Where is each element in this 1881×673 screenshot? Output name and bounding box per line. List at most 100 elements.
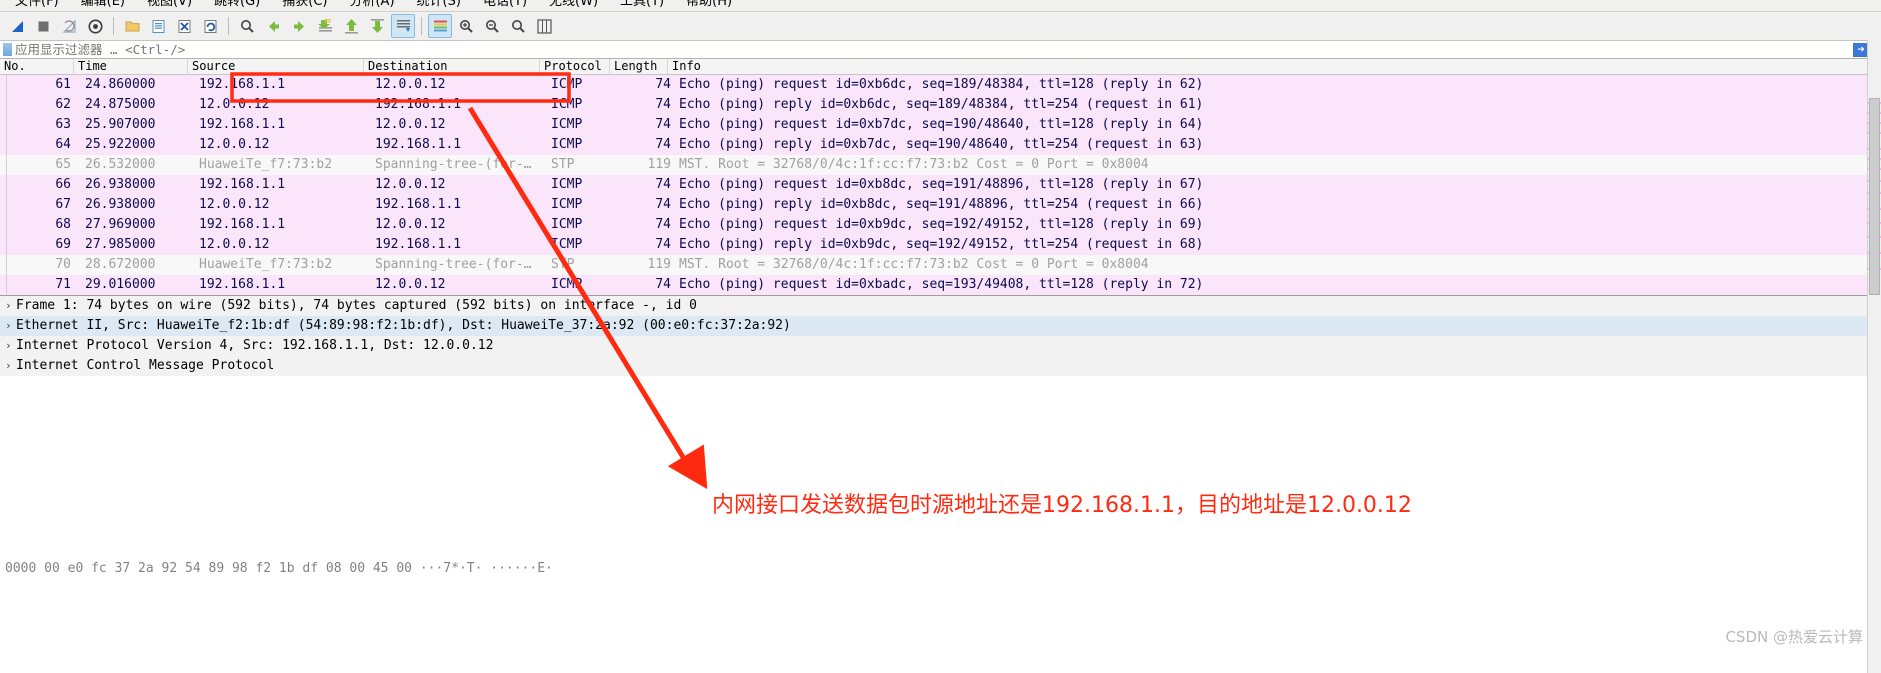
packet-bytes-pane[interactable]: 0000 00 e0 fc 37 2a 92 54 89 98 f2 1b df…: [0, 376, 1881, 576]
cell-protocol: ICMP: [551, 197, 583, 212]
column-header-length[interactable]: Length: [610, 59, 668, 74]
detail-row-ipv4[interactable]: › Internet Protocol Version 4, Src: 192.…: [0, 336, 1881, 356]
toolbar-separator-1: [113, 17, 114, 35]
cell-time: 27.985000: [85, 237, 156, 252]
cell-destination: 192.168.1.1: [375, 137, 462, 152]
row-marker: [0, 155, 7, 175]
go-back-icon[interactable]: [261, 14, 285, 38]
detail-row-frame[interactable]: › Frame 1: 74 bytes on wire (592 bits), …: [0, 296, 1881, 316]
table-row[interactable]: 69 27.985000 12.0.0.12 192.168.1.1 ICMP 74 Ech…: [0, 235, 1881, 255]
cell-destination: 12.0.0.12: [375, 77, 446, 92]
go-last-packet-icon[interactable]: [365, 14, 389, 38]
cell-protocol: ICMP: [551, 77, 583, 92]
cell-length: 74: [655, 277, 671, 292]
detail-row-ethernet[interactable]: › Ethernet II, Src: HuaweiTe_f2:1b:df (5…: [0, 316, 1881, 336]
colorize-icon[interactable]: [428, 14, 452, 38]
expander-icon[interactable]: ›: [5, 316, 16, 336]
menu-item-view[interactable]: 视图(V): [136, 0, 203, 8]
table-row[interactable]: 68 27.969000 192.168.1.1 12.0.0.12 ICMP 74 Ech…: [0, 215, 1881, 235]
cell-source: HuaweiTe_f7:73:b2: [199, 157, 333, 172]
auto-scroll-icon[interactable]: [391, 14, 415, 38]
column-header-source[interactable]: Source: [188, 59, 364, 74]
menu-item-tools[interactable]: 工具(T): [609, 0, 675, 8]
packet-list[interactable]: No. Time Source Destination Protocol Len…: [0, 59, 1881, 296]
display-filter-input[interactable]: [15, 42, 1854, 57]
save-file-icon[interactable]: [146, 14, 170, 38]
menu-item-help[interactable]: 帮助(H): [675, 0, 743, 8]
expander-icon[interactable]: ›: [5, 336, 16, 356]
go-to-packet-icon[interactable]: [313, 14, 337, 38]
main-toolbar[interactable]: [0, 12, 1881, 41]
menu-bar[interactable]: 文件(F) 编辑(E) 视图(V) 跳转(G) 捕获(C) 分析(A) 统计(S…: [0, 0, 1881, 12]
cell-no: 63: [55, 117, 71, 132]
table-row[interactable]: 61 24.860000 192.168.1.1 12.0.0.12 ICMP 74 Ech…: [0, 75, 1881, 95]
cell-info: MST. Root = 32768/0/4c:1f:cc:f7:73:b2 Co…: [679, 257, 1149, 272]
column-header-protocol[interactable]: Protocol: [540, 59, 610, 74]
column-header-no[interactable]: No.: [0, 59, 74, 74]
cell-source: HuaweiTe_f7:73:b2: [199, 257, 333, 272]
menu-item-analyze[interactable]: 分析(A): [338, 0, 405, 8]
cell-no: 62: [55, 97, 71, 112]
table-row[interactable]: 71 29.016000 192.168.1.1 12.0.0.12 ICMP 74 Ech…: [0, 275, 1881, 295]
cell-destination: 12.0.0.12: [375, 217, 446, 232]
column-header-info[interactable]: Info: [668, 59, 1881, 74]
menu-item-statistics[interactable]: 统计(S): [406, 0, 472, 8]
detail-row-icmp[interactable]: › Internet Control Message Protocol: [0, 356, 1881, 376]
cell-protocol: STP: [551, 157, 575, 172]
packet-list-header[interactable]: No. Time Source Destination Protocol Len…: [0, 59, 1881, 75]
cell-protocol: ICMP: [551, 177, 583, 192]
menu-item-go[interactable]: 跳转(G): [203, 0, 271, 8]
cell-protocol: STP: [551, 257, 575, 272]
table-row[interactable]: 64 25.922000 12.0.0.12 192.168.1.1 ICMP 74 Ech…: [0, 135, 1881, 155]
cell-length: 74: [655, 197, 671, 212]
zoom-out-icon[interactable]: [480, 14, 504, 38]
cell-length: 119: [647, 257, 671, 272]
bookmark-icon[interactable]: [3, 43, 12, 56]
table-row[interactable]: 70 28.672000 HuaweiTe_f7:73:b2 Spanning-tre…: [0, 255, 1881, 275]
cell-time: 25.922000: [85, 137, 156, 152]
restart-capture-icon[interactable]: [57, 14, 81, 38]
vertical-scrollbar[interactable]: [1867, 40, 1881, 673]
zoom-reset-icon[interactable]: [506, 14, 530, 38]
find-packet-icon[interactable]: [235, 14, 259, 38]
expander-icon[interactable]: ›: [5, 296, 16, 316]
expander-icon[interactable]: ›: [5, 356, 16, 376]
cell-protocol: ICMP: [551, 97, 583, 112]
scrollbar-thumb[interactable]: [1869, 98, 1880, 295]
menu-item-telephony[interactable]: 电话(Y): [472, 0, 538, 8]
packet-detail-pane[interactable]: › Frame 1: 74 bytes on wire (592 bits), …: [0, 296, 1881, 376]
column-header-destination[interactable]: Destination: [364, 59, 540, 74]
table-row[interactable]: 67 26.938000 12.0.0.12 192.168.1.1 ICMP 74 Ech…: [0, 195, 1881, 215]
go-first-packet-icon[interactable]: [339, 14, 363, 38]
cell-time: 26.938000: [85, 177, 156, 192]
menu-item-wireless[interactable]: 无线(W): [538, 0, 609, 8]
column-header-time[interactable]: Time: [74, 59, 188, 74]
cell-destination: 12.0.0.12: [375, 117, 446, 132]
menu-item-file[interactable]: 文件(F): [4, 0, 70, 8]
stop-capture-icon[interactable]: [31, 14, 55, 38]
close-file-icon[interactable]: [172, 14, 196, 38]
display-filter-bar[interactable]: ➜ ▼: [0, 41, 1881, 59]
table-row[interactable]: 62 24.875000 12.0.0.12 192.168.1.1 ICMP 74 Ech…: [0, 95, 1881, 115]
cell-destination: 12.0.0.12: [375, 277, 446, 292]
cell-length: 74: [655, 97, 671, 112]
packet-list-body[interactable]: 61 24.860000 192.168.1.1 12.0.0.12 ICMP 74 Ech…: [0, 75, 1881, 295]
cell-protocol: ICMP: [551, 277, 583, 292]
open-file-icon[interactable]: [120, 14, 144, 38]
start-capture-icon[interactable]: [5, 14, 29, 38]
menu-item-capture[interactable]: 捕获(C): [271, 0, 338, 8]
table-row[interactable]: 65 26.532000 HuaweiTe_f7:73:b2 Spanning-tre…: [0, 155, 1881, 175]
table-row[interactable]: 66 26.938000 192.168.1.1 12.0.0.12 ICMP 74 Ech…: [0, 175, 1881, 195]
cell-time: 26.532000: [85, 157, 156, 172]
cell-protocol: ICMP: [551, 237, 583, 252]
table-row[interactable]: 63 25.907000 192.168.1.1 12.0.0.12 ICMP 74 Ech…: [0, 115, 1881, 135]
cell-no: 70: [55, 257, 71, 272]
menu-item-edit[interactable]: 编辑(E): [70, 0, 136, 8]
resize-columns-icon[interactable]: [532, 14, 556, 38]
row-marker: [0, 215, 7, 235]
reload-file-icon[interactable]: [198, 14, 222, 38]
row-marker: [0, 195, 7, 215]
capture-options-icon[interactable]: [83, 14, 107, 38]
zoom-in-icon[interactable]: [454, 14, 478, 38]
go-forward-icon[interactable]: [287, 14, 311, 38]
